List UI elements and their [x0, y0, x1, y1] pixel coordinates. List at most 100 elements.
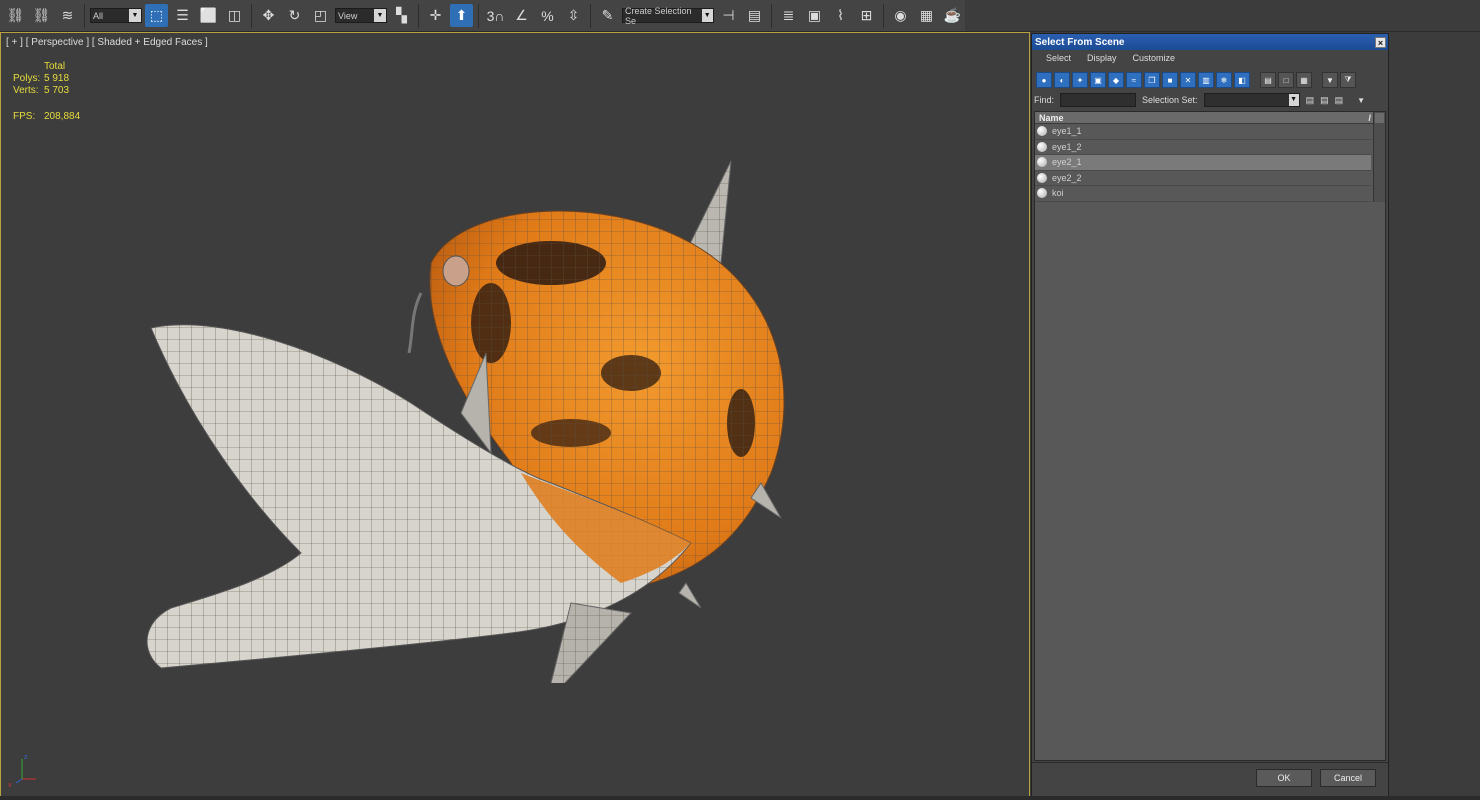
- mirror-icon[interactable]: ⊣: [717, 4, 740, 27]
- select-and-scale-icon[interactable]: ◰: [309, 4, 332, 27]
- list-item-name: eye2_2: [1052, 172, 1082, 183]
- stats-verts-value: 5 703: [44, 85, 70, 96]
- align-icon[interactable]: ▤: [743, 4, 766, 27]
- schematic-view-icon[interactable]: ⊞: [855, 4, 878, 27]
- stats-fps-label: FPS:: [13, 111, 36, 122]
- window-crossing-icon[interactable]: ◫: [223, 4, 246, 27]
- geometry-icon: [1037, 141, 1047, 152]
- list-scrollbar[interactable]: [1373, 112, 1385, 202]
- selection-filter-value: All: [93, 10, 104, 21]
- select-by-name-icon[interactable]: ☰: [171, 4, 194, 27]
- keyboard-shortcut-override-icon[interactable]: ⬆: [450, 4, 473, 27]
- scrollbar-thumb[interactable]: [1375, 113, 1384, 123]
- graphite-modeling-tools-icon[interactable]: ▣: [803, 4, 826, 27]
- list-item-name: eye1_2: [1052, 141, 1082, 152]
- select-invert-icon[interactable]: ▦: [1296, 72, 1312, 88]
- menu-customize[interactable]: Customize: [1133, 53, 1176, 63]
- chevron-down-icon: ▼: [1288, 94, 1299, 106]
- koi-fish-model[interactable]: [131, 123, 811, 683]
- find-input[interactable]: [1060, 93, 1137, 107]
- selection-set-dropdown[interactable]: ▼: [1203, 93, 1300, 107]
- menu-select[interactable]: Select: [1046, 53, 1071, 63]
- menu-display[interactable]: Display: [1087, 53, 1117, 63]
- display-lights-icon[interactable]: ✦: [1072, 72, 1088, 88]
- render-setup-icon[interactable]: ▦: [915, 4, 938, 27]
- dialog-toolbar: ● ◐ ✦ ▣ ◆ ≈ ❒ ■ ✕ ▥ ❄ ◧ ▤ □ ▦ ▼ ⧩: [1034, 70, 1388, 90]
- select-all-icon[interactable]: ▤: [1260, 72, 1276, 88]
- selection-set-remove-icon[interactable]: ▤: [1335, 95, 1344, 106]
- material-editor-icon[interactable]: ◉: [889, 4, 912, 27]
- display-helpers-icon[interactable]: ◆: [1108, 72, 1124, 88]
- stats-total-label: Total: [44, 61, 66, 72]
- toolbar-separator: [251, 3, 252, 28]
- select-and-manipulate-icon[interactable]: ✛: [424, 4, 447, 27]
- select-none-icon[interactable]: □: [1278, 72, 1294, 88]
- list-item[interactable]: eye1_1: [1035, 124, 1371, 140]
- cancel-button[interactable]: Cancel: [1320, 769, 1376, 787]
- dialog-title-bar[interactable]: Select From Scene ×: [1032, 34, 1388, 50]
- viewport-label[interactable]: [ + ] [ Perspective ] [ Shaded + Edged F…: [6, 37, 208, 48]
- select-object-icon[interactable]: ⬚: [145, 4, 168, 27]
- reference-coordinate-dropdown[interactable]: View ▼: [335, 8, 387, 23]
- selection-filter-dropdown[interactable]: All ▼: [90, 8, 142, 23]
- display-frozen-icon[interactable]: ❄: [1216, 72, 1232, 88]
- spinner-snap-icon[interactable]: ⇳: [562, 4, 585, 27]
- toolbar-separator: [771, 3, 772, 28]
- list-item[interactable]: eye2_1: [1035, 155, 1371, 171]
- unlink-selection-icon[interactable]: ⛓: [30, 4, 53, 27]
- display-shapes-icon[interactable]: ◐: [1054, 72, 1070, 88]
- filter-options-icon[interactable]: ⧩: [1340, 72, 1356, 88]
- chevron-down-icon: ▼: [129, 9, 141, 22]
- rendered-frame-window-icon[interactable]: ☕: [941, 4, 964, 27]
- display-containers-icon[interactable]: ▥: [1198, 72, 1214, 88]
- display-xrefs-icon[interactable]: ■: [1162, 72, 1178, 88]
- list-header-name[interactable]: Name /: [1035, 112, 1385, 124]
- select-from-scene-dialog: Select From Scene × Select Display Custo…: [1031, 33, 1389, 797]
- percent-snap-label: %: [541, 7, 554, 24]
- bind-to-space-warp-icon[interactable]: ≋: [56, 4, 79, 27]
- dialog-footer: OK Cancel: [1032, 762, 1388, 796]
- display-cameras-icon[interactable]: ▣: [1090, 72, 1106, 88]
- snaps-toggle-icon[interactable]: 3 ∩: [484, 4, 507, 27]
- perspective-viewport[interactable]: [ + ] [ Perspective ] [ Shaded + Edged F…: [0, 32, 1030, 798]
- geometry-icon: [1037, 157, 1047, 168]
- angle-snap-icon[interactable]: ∠: [510, 4, 533, 27]
- use-pivot-point-center-icon[interactable]: ▚: [390, 4, 413, 27]
- select-and-link-icon[interactable]: ⛓: [4, 4, 27, 27]
- edit-named-selection-sets-icon[interactable]: ✎: [596, 4, 619, 27]
- list-item-name: eye2_1: [1052, 157, 1082, 168]
- selection-set-edit-icon[interactable]: ▤: [1306, 95, 1315, 106]
- list-item[interactable]: eye1_2: [1035, 140, 1371, 155]
- display-geometry-icon[interactable]: ●: [1036, 72, 1052, 88]
- display-hidden-icon[interactable]: ◧: [1234, 72, 1250, 88]
- geometry-icon: [1037, 188, 1047, 199]
- sort-indicator-icon: /: [1368, 112, 1371, 123]
- layer-manager-icon[interactable]: ≣: [777, 4, 800, 27]
- filter-icon[interactable]: ▼: [1322, 72, 1338, 88]
- list-item[interactable]: koi: [1035, 186, 1371, 202]
- display-bones-icon[interactable]: ✕: [1180, 72, 1196, 88]
- toolbar-separator: [590, 3, 591, 28]
- dialog-menu-bar: Select Display Customize: [1032, 50, 1388, 66]
- axis-x-label: x: [8, 782, 12, 789]
- name-column-label: Name: [1039, 112, 1064, 123]
- selection-set-add-icon[interactable]: ▤: [1320, 95, 1329, 106]
- list-item[interactable]: eye2_2: [1035, 171, 1371, 186]
- display-groups-icon[interactable]: ❒: [1144, 72, 1160, 88]
- select-and-rotate-icon[interactable]: ↻: [283, 4, 306, 27]
- options-chevron-icon[interactable]: ▼: [1357, 96, 1365, 105]
- snaps-3d-label: 3: [486, 7, 495, 24]
- toolbar-separator: [883, 3, 884, 28]
- toolbar-separator: [418, 3, 419, 28]
- named-selection-sets-dropdown[interactable]: Create Selection Se ▼: [622, 6, 714, 26]
- stats-verts-label: Verts:: [13, 85, 39, 96]
- select-and-move-icon[interactable]: ✥: [257, 4, 280, 27]
- axis-z-label: z: [24, 754, 28, 761]
- curve-editor-icon[interactable]: ⌇: [829, 4, 852, 27]
- rectangular-selection-region-icon[interactable]: ⬜: [197, 4, 220, 27]
- ok-button[interactable]: OK: [1256, 769, 1312, 787]
- find-label: Find:: [1034, 95, 1055, 105]
- display-space-warps-icon[interactable]: ≈: [1126, 72, 1142, 88]
- close-icon[interactable]: ×: [1375, 36, 1386, 48]
- percent-snap-icon[interactable]: %: [536, 4, 559, 27]
